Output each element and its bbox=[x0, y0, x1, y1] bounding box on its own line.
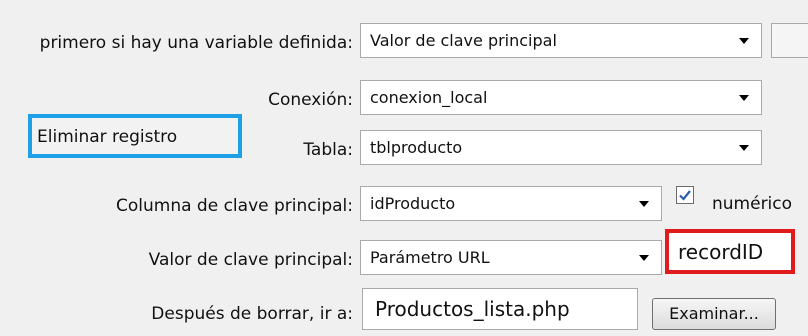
chevron-down-icon bbox=[739, 38, 749, 44]
first-check-select[interactable]: Valor de clave principal bbox=[360, 23, 762, 58]
extra-control[interactable] bbox=[771, 23, 808, 58]
pk-value-label: Valor de clave principal: bbox=[148, 250, 353, 270]
record-id-input[interactable]: recordID bbox=[665, 229, 795, 274]
after-delete-input[interactable]: Productos_lista.php bbox=[362, 288, 638, 330]
table-label: Tabla: bbox=[303, 140, 353, 160]
pk-value-select[interactable]: Parámetro URL bbox=[360, 240, 662, 275]
pk-column-value: idProducto bbox=[370, 194, 456, 213]
pk-value-value: Parámetro URL bbox=[370, 248, 490, 267]
after-delete-label: Después de borrar, ir a: bbox=[151, 304, 353, 324]
after-delete-value: Productos_lista.php bbox=[375, 297, 570, 321]
connection-select[interactable]: conexion_local bbox=[360, 80, 762, 115]
table-select[interactable]: tblproducto bbox=[360, 130, 762, 165]
table-value: tblproducto bbox=[370, 138, 463, 157]
chevron-down-icon bbox=[639, 255, 649, 261]
first-check-value: Valor de clave principal bbox=[370, 31, 557, 50]
callout-title: Eliminar registro bbox=[37, 127, 178, 147]
connection-label: Conexión: bbox=[268, 90, 353, 110]
first-check-label: primero si hay una variable definida: bbox=[39, 33, 353, 53]
browse-button[interactable]: Examinar... bbox=[652, 298, 776, 330]
pk-column-label: Columna de clave principal: bbox=[116, 196, 353, 216]
checkmark-icon bbox=[679, 190, 691, 201]
chevron-down-icon bbox=[739, 145, 749, 151]
pk-column-select[interactable]: idProducto bbox=[360, 186, 662, 221]
record-id-value: recordID bbox=[678, 240, 764, 264]
connection-value: conexion_local bbox=[370, 88, 488, 107]
numeric-label: numérico bbox=[712, 194, 793, 214]
chevron-down-icon bbox=[739, 95, 749, 101]
delete-record-callout: Eliminar registro bbox=[28, 114, 242, 158]
chevron-down-icon bbox=[639, 201, 649, 207]
numeric-checkbox[interactable] bbox=[676, 186, 694, 204]
